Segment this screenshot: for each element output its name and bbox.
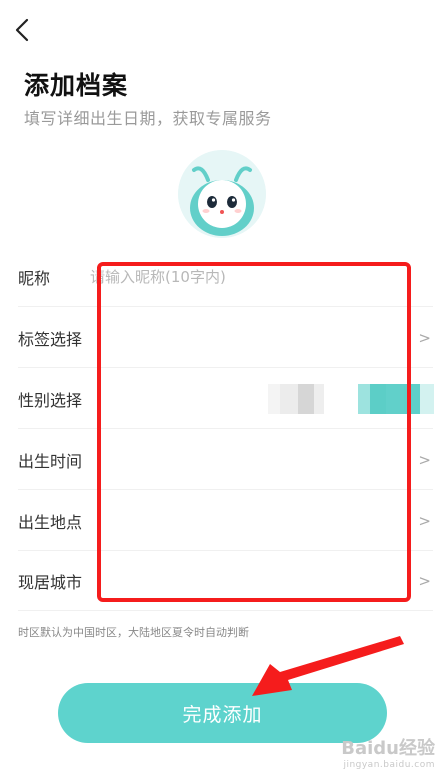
page-subtitle: 填写详细出生日期，获取专属服务 (24, 109, 272, 128)
form-row-gender: 性别选择 (0, 369, 443, 429)
nickname-label: 昵称 (18, 269, 51, 288)
watermark-url: jingyan.baidu.com (343, 760, 435, 770)
form-row-nickname: 昵称 (0, 247, 443, 307)
row-divider (18, 306, 433, 307)
row-divider (18, 489, 433, 490)
form-row-tag[interactable]: 标签选择 > (0, 308, 443, 368)
row-divider (18, 428, 433, 429)
gender-option-male[interactable] (314, 384, 324, 414)
chevron-right-icon: > (418, 451, 431, 469)
mascot-avatar-icon (178, 150, 266, 238)
birth-time-label: 出生时间 (18, 452, 83, 471)
nickname-input[interactable] (90, 268, 390, 286)
page-title: 添加档案 (24, 71, 129, 100)
timezone-note: 时区默认为中国时区，大陆地区夏令时自动判断 (18, 626, 249, 639)
gender-option-male[interactable] (280, 384, 298, 414)
gender-label: 性别选择 (18, 391, 83, 410)
form-row-birth-time[interactable]: 出生时间 > (0, 430, 443, 490)
submit-button[interactable]: 完成添加 (58, 683, 387, 743)
chevron-right-icon: > (418, 572, 431, 590)
form-row-current-city[interactable]: 现居城市 > (0, 551, 443, 611)
chevron-left-icon (15, 18, 29, 42)
birth-place-label: 出生地点 (18, 513, 83, 532)
gender-option-female[interactable] (358, 384, 370, 414)
form-row-birth-place[interactable]: 出生地点 > (0, 491, 443, 551)
gender-option-male[interactable] (298, 384, 314, 414)
gender-option-male[interactable] (268, 384, 280, 414)
row-divider (18, 610, 433, 611)
avatar[interactable] (178, 150, 266, 238)
tag-label: 标签选择 (18, 330, 83, 349)
gender-option-female[interactable] (404, 384, 420, 414)
row-divider (18, 367, 433, 368)
gender-option-female[interactable] (370, 384, 386, 414)
back-button[interactable] (8, 14, 36, 46)
chevron-right-icon: > (418, 329, 431, 347)
current-city-label: 现居城市 (18, 573, 83, 592)
gender-options (268, 384, 434, 414)
chevron-right-icon: > (418, 512, 431, 530)
gender-option-gap (324, 384, 358, 414)
gender-option-female[interactable] (420, 384, 434, 414)
gender-option-female[interactable] (386, 384, 404, 414)
